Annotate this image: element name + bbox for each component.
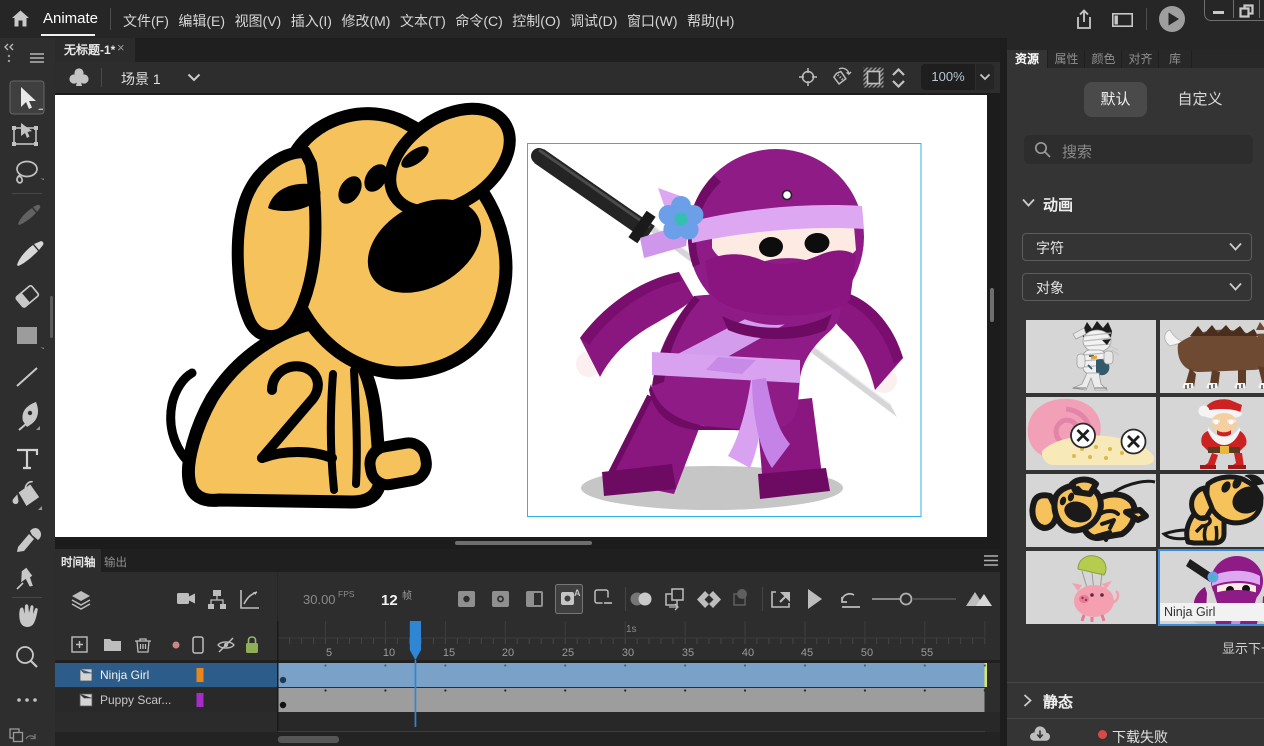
svg-text:50: 50 bbox=[861, 647, 873, 659]
svg-text:20: 20 bbox=[502, 647, 514, 659]
svg-text:输出: 输出 bbox=[104, 555, 127, 569]
svg-text:1s: 1s bbox=[626, 624, 637, 635]
svg-text:25: 25 bbox=[562, 647, 574, 659]
svg-text:30: 30 bbox=[622, 647, 634, 659]
svg-text:45: 45 bbox=[801, 647, 813, 659]
svg-text:40: 40 bbox=[742, 647, 754, 659]
svg-text:5: 5 bbox=[326, 647, 332, 659]
svg-text:Ninja Girl: Ninja Girl bbox=[100, 668, 149, 682]
svg-text:时间轴: 时间轴 bbox=[61, 555, 96, 569]
svg-text:FPS: FPS bbox=[338, 589, 355, 599]
svg-text:帧: 帧 bbox=[402, 589, 412, 602]
svg-text:Puppy Scar...: Puppy Scar... bbox=[100, 693, 171, 707]
svg-text:55: 55 bbox=[921, 647, 933, 659]
svg-text:12: 12 bbox=[381, 592, 398, 609]
svg-text:10: 10 bbox=[383, 647, 395, 659]
svg-text:A: A bbox=[574, 588, 581, 598]
svg-text:15: 15 bbox=[443, 647, 455, 659]
svg-text:30.00: 30.00 bbox=[303, 592, 336, 607]
svg-text:35: 35 bbox=[682, 647, 694, 659]
